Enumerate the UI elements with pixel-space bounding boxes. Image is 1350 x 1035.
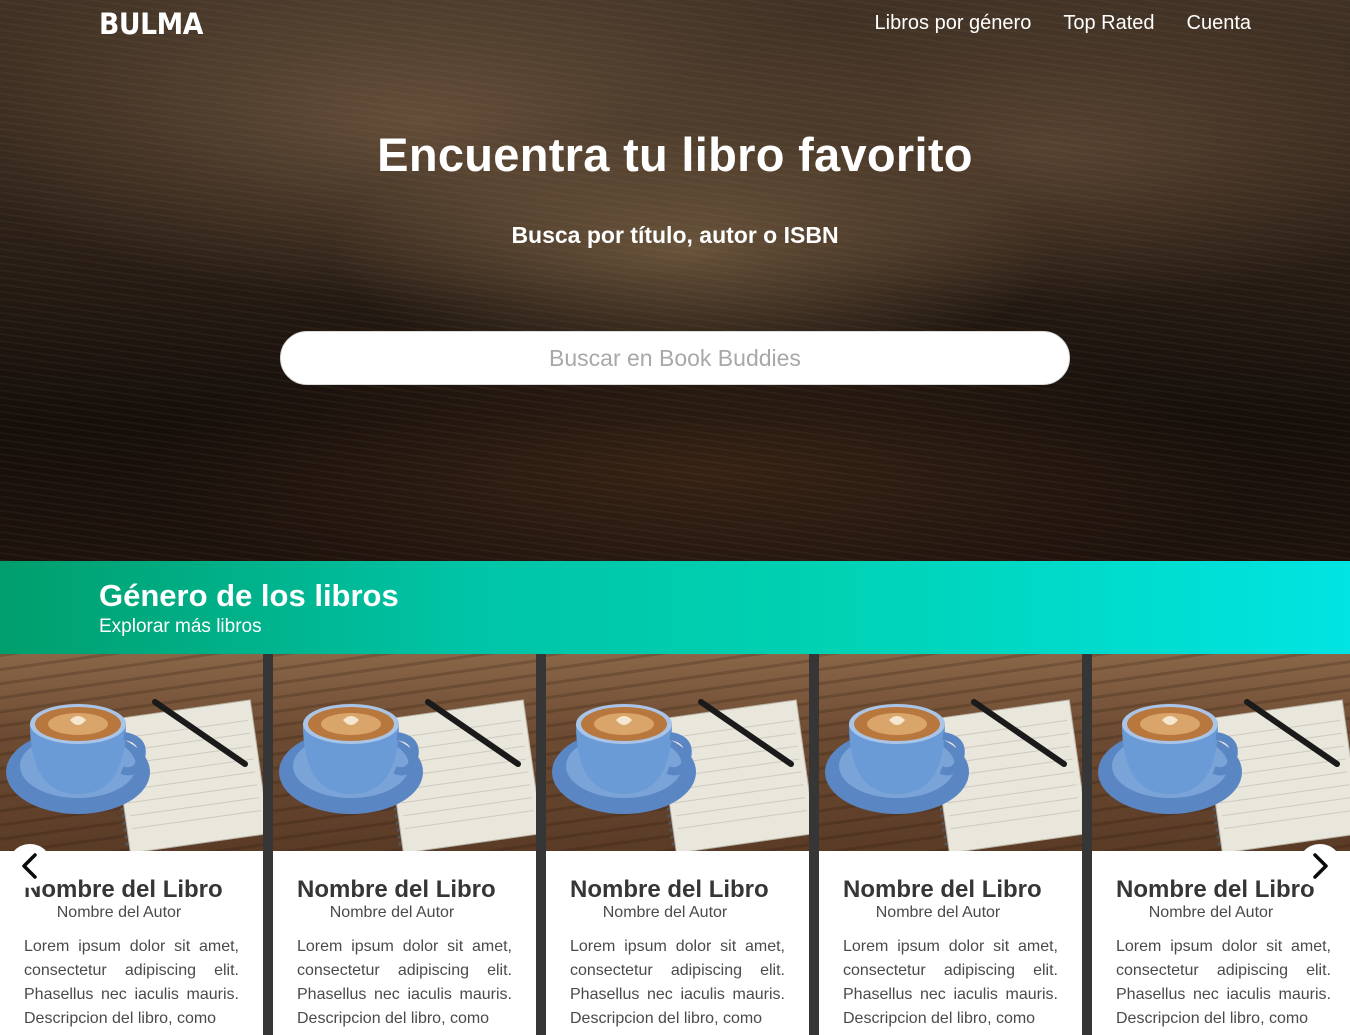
search-input[interactable] xyxy=(280,331,1070,385)
book-carousel: Nombre del Libro Nombre del Autor Lorem … xyxy=(0,654,1350,1035)
book-author: Nombre del Autor xyxy=(875,904,1001,921)
explore-more-link[interactable]: Explorar más libros xyxy=(99,616,262,638)
book-cover-image xyxy=(0,654,263,851)
book-card[interactable]: Nombre del Libro Nombre del Autor Lorem … xyxy=(273,654,536,1035)
brand-logo[interactable]: BULMA xyxy=(99,7,203,41)
book-cover-image xyxy=(819,654,1082,851)
hero-title: Encuentra tu libro favorito xyxy=(377,128,973,181)
book-title[interactable]: Nombre del Libro xyxy=(24,876,223,904)
book-description: Lorem ipsum dolor sit amet, consectetur … xyxy=(297,938,512,1027)
genre-title: Género de los libros xyxy=(99,578,399,613)
book-description: Lorem ipsum dolor sit amet, consectetur … xyxy=(843,938,1058,1027)
book-title[interactable]: Nombre del Libro xyxy=(1116,876,1315,904)
book-description: Lorem ipsum dolor sit amet, consectetur … xyxy=(570,938,785,1027)
book-cover-image xyxy=(1092,654,1350,851)
book-title[interactable]: Nombre del Libro xyxy=(297,876,496,904)
nav-item-top-rated[interactable]: Top Rated xyxy=(1063,12,1154,35)
hero-section: BULMA Libros por género Top Rated Cuenta… xyxy=(0,0,1350,561)
book-author: Nombre del Autor xyxy=(602,904,728,921)
book-author: Nombre del Autor xyxy=(1148,904,1274,921)
book-card[interactable]: Nombre del Libro Nombre del Autor Lorem … xyxy=(546,654,809,1035)
chevron-right-icon xyxy=(1310,853,1330,879)
carousel-prev-button[interactable] xyxy=(8,844,52,888)
book-author: Nombre del Autor xyxy=(56,904,182,921)
nav-menu: Libros por género Top Rated Cuenta xyxy=(875,12,1251,35)
book-title[interactable]: Nombre del Libro xyxy=(843,876,1042,904)
carousel-next-button[interactable] xyxy=(1298,844,1342,888)
book-cover-image xyxy=(546,654,809,851)
hero-subtitle: Busca por título, autor o ISBN xyxy=(511,222,839,248)
nav-item-cuenta[interactable]: Cuenta xyxy=(1187,12,1252,35)
nav-item-libros-por-genero[interactable]: Libros por género xyxy=(875,12,1032,35)
chevron-left-icon xyxy=(20,853,40,879)
genre-header: Género de los libros Explorar más libros xyxy=(0,561,1350,654)
book-title[interactable]: Nombre del Libro xyxy=(570,876,769,904)
navbar: BULMA Libros por género Top Rated Cuenta xyxy=(0,0,1350,52)
book-card[interactable]: Nombre del Libro Nombre del Autor Lorem … xyxy=(0,654,263,1035)
book-description: Lorem ipsum dolor sit amet, consectetur … xyxy=(1116,938,1331,1027)
book-author: Nombre del Autor xyxy=(329,904,455,921)
book-card[interactable]: Nombre del Libro Nombre del Autor Lorem … xyxy=(819,654,1082,1035)
book-cover-image xyxy=(273,654,536,851)
book-description: Lorem ipsum dolor sit amet, consectetur … xyxy=(24,938,239,1027)
